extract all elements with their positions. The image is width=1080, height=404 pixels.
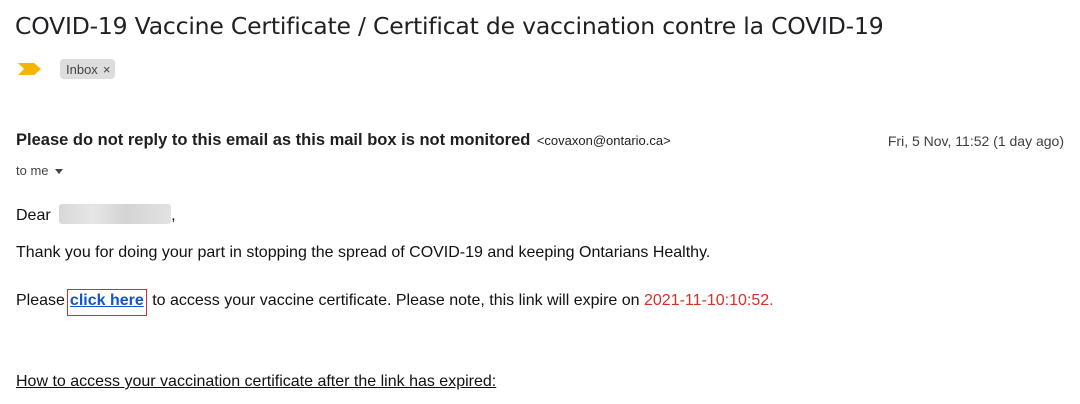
please-text: Please (16, 292, 65, 309)
how-to-heading: How to access your vaccination certifica… (16, 373, 497, 390)
certificate-link[interactable]: click here (70, 292, 144, 309)
certificate-paragraph: Please click here to access your vaccine … (16, 289, 774, 316)
access-text: to access your vaccine certificate. Plea… (152, 292, 640, 309)
email-date[interactable]: Fri, 5 Nov, 11:52 (1 day ago) (888, 133, 1064, 149)
recipients-toggle[interactable]: to me (16, 163, 63, 178)
label-chip-inbox[interactable]: Inbox × (60, 59, 116, 79)
sender-name[interactable]: Please do not reply to this email as thi… (16, 131, 530, 149)
expiry-date: 2021-11-10:10:52. (644, 292, 774, 309)
thanks-paragraph: Thank you for doing your part in stoppin… (16, 244, 711, 261)
remove-label-icon[interactable]: × (103, 63, 111, 76)
greeting-text: Dear (16, 207, 51, 224)
link-highlight-box: click here (66, 289, 147, 316)
label-chip-text: Inbox (66, 61, 98, 77)
greeting-comma: , (171, 207, 176, 224)
redacted-name (59, 204, 172, 224)
email-subject: COVID-19 Vaccine Certificate / Certifica… (15, 12, 884, 40)
recipient-text: to me (16, 163, 49, 178)
greeting-line: Dear , (16, 204, 176, 225)
sender-row: Please do not reply to this email as thi… (16, 131, 1064, 153)
importance-marker-icon[interactable] (18, 63, 42, 75)
label-row: Inbox × (18, 57, 116, 81)
sender-email: <covaxon@ontario.ca> (536, 133, 671, 148)
caret-down-icon[interactable] (54, 168, 63, 174)
